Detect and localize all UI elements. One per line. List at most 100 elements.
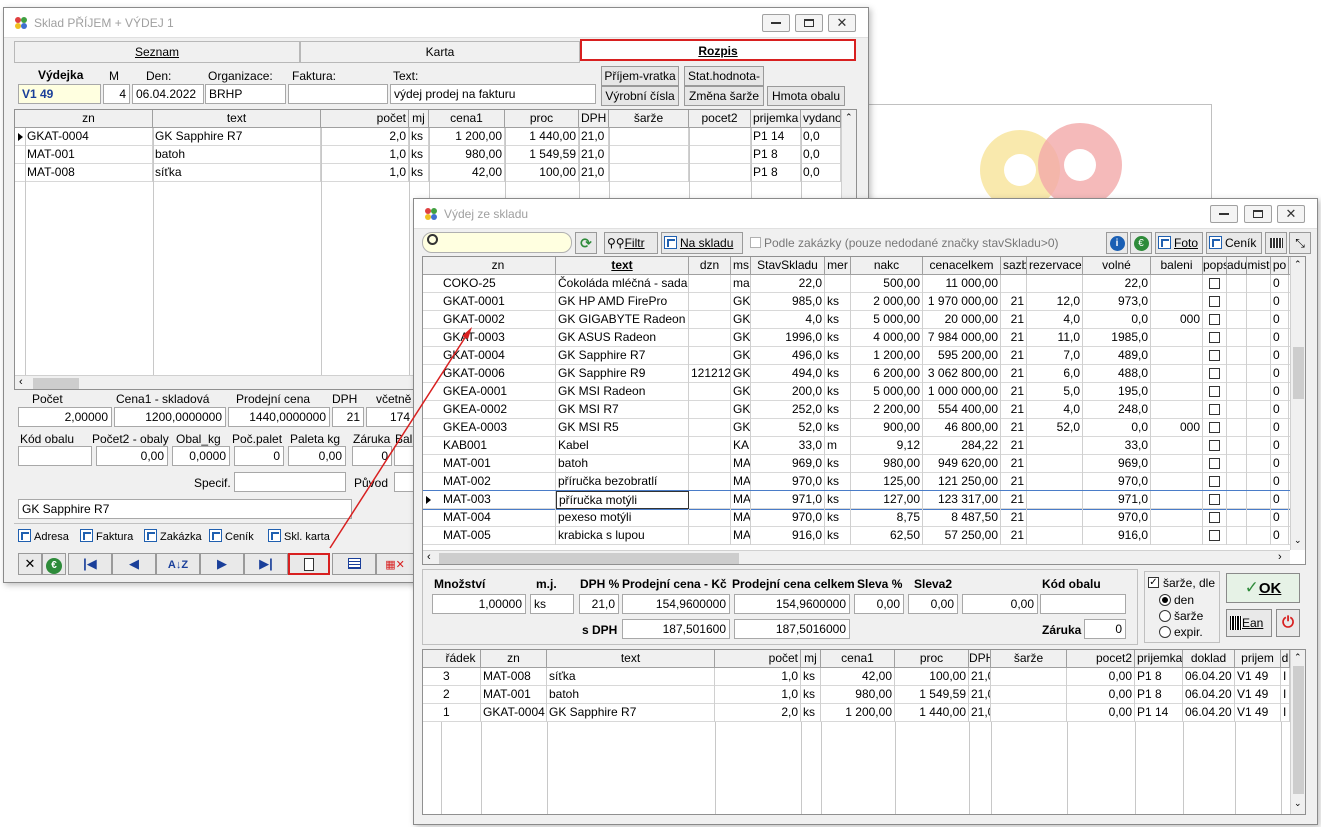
tab-rozpis[interactable]: Rozpis xyxy=(580,39,856,61)
maximize-button[interactable] xyxy=(1244,205,1272,223)
sleva2-field[interactable]: 0,00 xyxy=(908,594,958,614)
col-header-dph[interactable]: DPH xyxy=(579,110,609,128)
col-header-text[interactable]: text xyxy=(547,650,715,668)
table-row[interactable]: MAT-004 pexeso motýli MA 970,0 ks 8,75 8 487,5… xyxy=(423,509,1290,527)
pops-checkbox[interactable] xyxy=(1209,368,1220,379)
issued-grid-vscroll[interactable]: ⌃ ⌄ xyxy=(1290,650,1305,814)
col-header-zn[interactable]: zn xyxy=(441,257,556,275)
mj-field[interactable]: ks xyxy=(530,594,574,614)
link-faktura[interactable]: Faktura xyxy=(80,529,133,543)
hmota-obalu-button[interactable]: Hmota obalu xyxy=(767,86,845,106)
vscroll-thumb[interactable] xyxy=(1293,666,1304,794)
next-record-button[interactable]: ▶ xyxy=(200,553,244,575)
pops-checkbox[interactable] xyxy=(1209,440,1220,451)
obal-kg-field[interactable]: 0,0000 xyxy=(172,446,230,466)
col-header-mj[interactable]: mj xyxy=(409,110,429,128)
table-row[interactable]: MAT-002 příručka bezobratlí MA 970,0 ks 125,0… xyxy=(423,473,1290,491)
issued-items-grid[interactable]: řádek zn text počet mj cena1 proc DPH ša… xyxy=(422,649,1306,815)
last-record-button[interactable]: ▶| xyxy=(244,553,288,575)
col-header-stavskladu[interactable]: StavSkladu xyxy=(751,257,825,275)
table-row[interactable]: 2MAT-001batoh1,0ks980,001 549,5921,0 0,00… xyxy=(423,686,1290,704)
kod-obalu-field[interactable] xyxy=(18,446,92,466)
pops-checkbox[interactable] xyxy=(1209,530,1220,541)
s-dph-cena-field[interactable]: 187,501600 xyxy=(622,619,730,639)
dph-field[interactable]: 21,0 xyxy=(579,594,619,614)
col-header-doklad[interactable]: doklad xyxy=(1183,650,1235,668)
table-row[interactable]: MAT-003 příručka motýli MA 971,0 ks 127,00 123… xyxy=(423,490,1291,510)
poc-palet-field[interactable]: 0 xyxy=(234,446,284,466)
paleta-kg-field[interactable]: 0,00 xyxy=(288,446,346,466)
mnozstvi-field[interactable]: 1,00000 xyxy=(432,594,526,614)
pops-checkbox[interactable] xyxy=(1209,422,1220,433)
cancel-button[interactable]: ✕ xyxy=(18,553,42,575)
table-row[interactable]: GKEA-0003 GK MSI R5 GK 52,0 ks 900,00 46 800,0… xyxy=(423,419,1290,437)
pops-checkbox[interactable] xyxy=(1209,494,1220,505)
table-row[interactable]: COKO-25 Čokoláda mléčná - sada ma 22,0 500,0… xyxy=(423,275,1290,293)
col-header-zn[interactable]: zn xyxy=(481,650,547,668)
prev-record-button[interactable]: ◀ xyxy=(112,553,156,575)
table-row[interactable]: GKAT-0002 GK GIGABYTE Radeon GK 4,0 ks 5 000,… xyxy=(423,311,1290,329)
ok-button[interactable]: ✓OK xyxy=(1226,573,1300,603)
cena1-field[interactable]: 1200,0000000 xyxy=(114,407,226,427)
pops-checkbox[interactable] xyxy=(1209,314,1220,325)
link-cenik[interactable]: Ceník xyxy=(209,529,254,543)
scroll-left-icon[interactable]: ‹ xyxy=(19,376,23,388)
tab-karta[interactable]: Karta xyxy=(300,41,580,63)
col-header-pocet[interactable]: počet xyxy=(321,110,409,128)
hscroll-thumb[interactable] xyxy=(33,378,79,389)
col-header-dph[interactable]: DPH xyxy=(969,650,991,668)
organizace-field[interactable]: BRHP xyxy=(205,84,286,104)
scroll-up-icon[interactable]: ⌃ xyxy=(1294,259,1302,270)
filtr-button[interactable]: ⚲⚲Filtr xyxy=(604,232,658,254)
bal-field[interactable] xyxy=(394,446,414,466)
table-row[interactable]: MAT-001 batoh MA 969,0 ks 980,00 949 620,00 21 9… xyxy=(423,455,1290,473)
stock-grid-hscroll[interactable]: ‹ › xyxy=(423,550,1290,564)
minimize-button[interactable] xyxy=(1210,205,1238,223)
columns-button[interactable] xyxy=(1265,232,1287,254)
currency-button[interactable]: € xyxy=(42,553,66,575)
stock-grid-vscroll[interactable]: ⌃ ⌄ xyxy=(1290,257,1305,550)
col-header-ms[interactable]: ms xyxy=(731,257,751,275)
hscroll-thumb[interactable] xyxy=(439,553,739,564)
prijem-vratka-button[interactable]: Příjem-vratka xyxy=(601,66,679,86)
col-header-sazb[interactable]: sazb xyxy=(1001,257,1027,275)
table-row[interactable]: 1 GKAT-0004 GK Sapphire R7 2,0 ks 1 200,00 1 4… xyxy=(423,704,1290,722)
table-row[interactable]: GKEA-0001 GK MSI Radeon GK 200,0 ks 5 000,00 1… xyxy=(423,383,1290,401)
scroll-down-icon[interactable]: ⌄ xyxy=(1294,535,1302,546)
scroll-right-icon[interactable]: › xyxy=(1278,551,1282,563)
prodejni-celkem-field[interactable]: 154,9600000 xyxy=(734,594,850,614)
minimize-button[interactable] xyxy=(762,14,790,32)
power-off-button[interactable]: ⏻ xyxy=(1276,609,1300,637)
col-header-cena1[interactable]: cena1 xyxy=(821,650,895,668)
zaruka-field[interactable]: 0 xyxy=(352,446,392,466)
pocet-field[interactable]: 2,00000 xyxy=(18,407,112,427)
cenik-button[interactable]: Ceník xyxy=(1206,232,1262,254)
col-header-mj[interactable]: mj xyxy=(801,650,821,668)
col-header-proc[interactable]: proc xyxy=(895,650,969,668)
ean-button[interactable]: Ean xyxy=(1226,609,1272,637)
puvod-field[interactable] xyxy=(394,472,414,492)
den-field[interactable]: 06.04.2022 xyxy=(132,84,204,104)
col-header-mist[interactable]: mist xyxy=(1247,257,1271,275)
pops-checkbox[interactable] xyxy=(1209,512,1220,523)
col-header-zn[interactable]: zn xyxy=(25,110,153,128)
search-input[interactable] xyxy=(422,232,572,253)
doklad-field[interactable]: V1 49 xyxy=(18,84,101,104)
pops-checkbox[interactable] xyxy=(1209,476,1220,487)
table-row[interactable]: GKEA-0002 GK MSI R7 GK 252,0 ks 2 200,00 554 4… xyxy=(423,401,1290,419)
col-header-cena1[interactable]: cena1 xyxy=(429,110,505,128)
sleva3-field[interactable]: 0,00 xyxy=(962,594,1038,614)
col-header-d[interactable]: d xyxy=(1281,650,1290,668)
col-header-radek[interactable]: řádek xyxy=(441,650,481,668)
col-header-proc[interactable]: proc xyxy=(505,110,579,128)
m-field[interactable]: 4 xyxy=(103,84,130,104)
maximize-button[interactable] xyxy=(795,14,823,32)
stat-hodnota-button[interactable]: Stat.hodnota- xyxy=(684,66,764,86)
euro-button[interactable]: € xyxy=(1130,232,1152,254)
table-row[interactable]: GKAT-0001 GK HP AMD FirePro GK 985,0 ks 2 000… xyxy=(423,293,1290,311)
vscroll-thumb[interactable] xyxy=(1293,347,1304,399)
pops-checkbox[interactable] xyxy=(1209,296,1220,307)
pocet2-field[interactable]: 0,00 xyxy=(96,446,168,466)
faktura-field[interactable] xyxy=(288,84,388,104)
col-header-nakc[interactable]: nakc xyxy=(851,257,923,275)
